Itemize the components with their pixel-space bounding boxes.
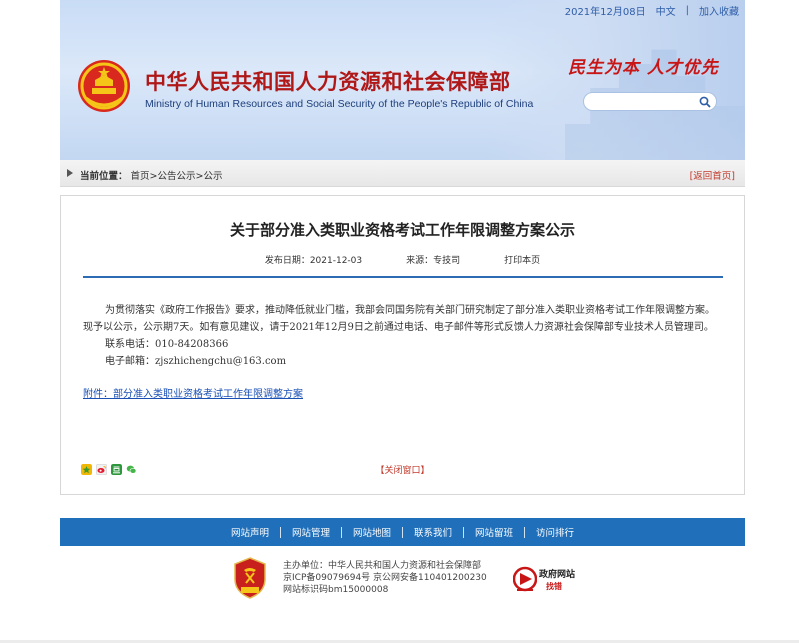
breadcrumb: 当前位置： 首页>公告公示>公示 <box>80 168 222 182</box>
source-label: 来源： <box>406 256 434 266</box>
article-title: 关于部分准入类职业资格考试工作年限调整方案公示 <box>229 221 575 239</box>
header-date: 2021年12月08日 <box>564 6 646 18</box>
footer-nav-divider <box>402 526 403 538</box>
site-title-cn: 中华人民共和国人力资源和社会保障部 <box>145 69 511 94</box>
print-link[interactable]: 打印本页 <box>504 253 540 266</box>
breadcrumb-path[interactable]: 首页>公告公示>公示 <box>131 171 223 182</box>
top-utility-bar: 2021年12月08日 中文 | 加入收藏 <box>60 0 745 20</box>
article-meta: 发布日期：2021-12-03 来源：专技司 打印本页 <box>61 253 744 266</box>
article-paragraph: 为贯彻落实《政府工作报告》要求，推动降低就业门槛，我部会同国务院有关部门研究制定… <box>83 305 715 333</box>
footer-icp[interactable]: 京ICP备09079694号 京公网安备110401200230 <box>283 572 487 584</box>
footer-nav-item-sitemap[interactable]: 网站地图 <box>342 525 402 539</box>
footer-nav-item-contact[interactable]: 联系我们 <box>403 525 463 539</box>
breadcrumb-bar: 当前位置： 首页>公告公示>公示 [返回首页] <box>60 160 745 187</box>
source: 来源：专技司 <box>406 253 460 266</box>
gov-site-error-icon <box>513 566 537 592</box>
footer-info: 主办单位：中华人民共和国人力资源和社会保障部 京ICP备09079694号 京公… <box>283 560 487 596</box>
slogan: 民生为本 人才优先 <box>568 58 719 78</box>
article-body: 为贯彻落实《政府工作报告》要求，推动降低就业门槛，我部会同国务院有关部门研究制定… <box>83 302 723 403</box>
publish-date-value: 2021-12-03 <box>309 256 363 266</box>
contact-phone: 联系电话：010-84208366 <box>105 339 229 350</box>
title-divider <box>83 276 723 278</box>
footer-sponsor: 主办单位：中华人民共和国人力资源和社会保障部 <box>283 561 482 571</box>
source-value: 专技司 <box>433 256 461 266</box>
footer-nav-item-management[interactable]: 网站管理 <box>281 525 341 539</box>
publish-date-label: 发布日期： <box>264 256 310 266</box>
article-panel: 关于部分准入类职业资格考试工作年限调整方案公示 发布日期：2021-12-03 … <box>60 195 745 495</box>
party-badge-icon[interactable] <box>233 557 267 599</box>
back-home-link[interactable]: [返回首页] <box>690 168 735 182</box>
footer-site-id: 网站标识码bm15000008 <box>283 585 389 595</box>
bookmark-link[interactable]: 加入收藏 <box>699 3 739 18</box>
publish-date: 发布日期：2021-12-03 <box>265 253 362 266</box>
lang-link[interactable]: 中文 <box>656 3 676 18</box>
footer-nav-item-ranking[interactable]: 访问排行 <box>525 525 585 539</box>
footer-nav-divider <box>524 526 526 538</box>
site-header: 2021年12月08日 中文 | 加入收藏 中华人民共和国人力资源和社会保障部 … <box>60 0 745 160</box>
footer-nav: 网站声明 网站管理 网站地图 联系我们 网站留班 访问排行 <box>60 518 745 546</box>
breadcrumb-label: 当前位置： <box>80 171 128 182</box>
breadcrumb-arrow-icon <box>67 169 73 177</box>
national-emblem-icon <box>78 60 130 112</box>
site-title-en: Ministry of Human Resources and Social S… <box>145 98 534 110</box>
footer-nav-item-guestbook[interactable]: 网站留班 <box>464 525 524 539</box>
close-window-link[interactable]: 【关闭窗口】 <box>61 463 744 476</box>
search-input[interactable] <box>592 97 702 114</box>
footer-nav-divider <box>463 526 465 538</box>
search-icon[interactable] <box>699 96 711 108</box>
footer-nav-divider <box>279 526 281 538</box>
search-box <box>583 92 717 114</box>
contact-email: 电子邮箱：zjszhichengchu@163.com <box>105 356 287 367</box>
gov-site-error-badge[interactable]: 政府网站 找错 <box>513 564 583 594</box>
gov-site-find-error: 找错 <box>546 582 562 591</box>
topbar-divider: | <box>685 4 689 16</box>
footer-nav-divider <box>340 526 342 538</box>
attachment-link[interactable]: 附件：部分准入类职业资格考试工作年限调整方案 <box>83 386 303 403</box>
gov-site-label: 政府网站 <box>539 570 576 580</box>
footer-nav-item-statement[interactable]: 网站声明 <box>220 525 280 539</box>
